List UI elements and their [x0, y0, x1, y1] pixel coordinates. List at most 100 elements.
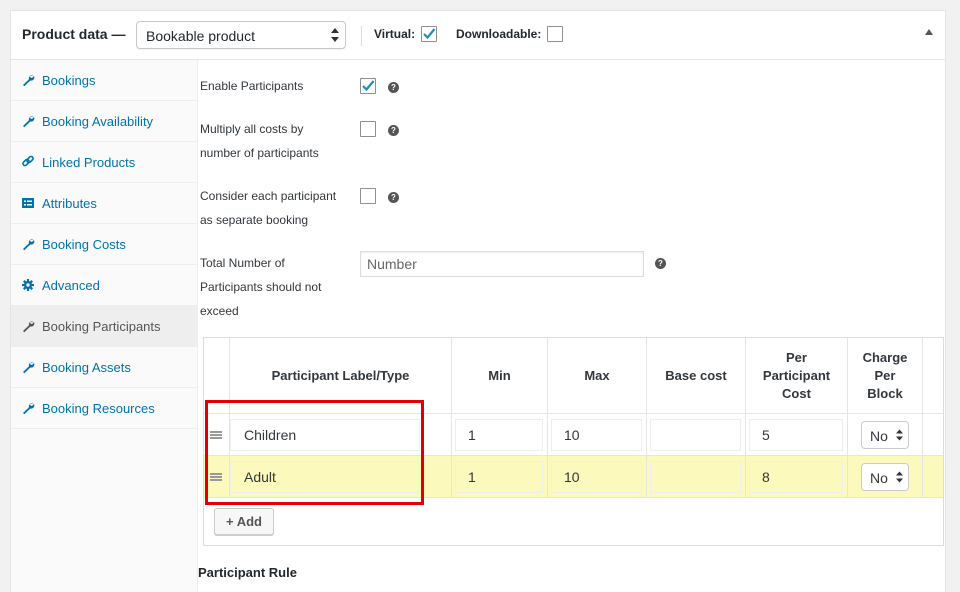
header-text: Participant [762, 367, 831, 383]
max-input[interactable] [551, 461, 642, 493]
select-arrows-icon [331, 28, 339, 42]
participants-table: Participant Label/Type Min Max Base cost… [203, 337, 944, 546]
select-arrows-icon [896, 429, 903, 441]
multiply-costs-label-line2: number of participants [200, 146, 319, 160]
multiply-costs-checkbox[interactable] [360, 121, 376, 137]
min-input[interactable] [455, 419, 543, 451]
header-text: Per [786, 349, 807, 365]
wrench-icon [23, 239, 35, 251]
base-cost-cell [647, 414, 746, 456]
per-participant-cost-field[interactable] [750, 420, 842, 450]
tab-booking-costs[interactable]: Booking Costs [11, 224, 198, 265]
drag-handle-icon[interactable] [210, 473, 222, 481]
table-row: No [204, 413, 943, 456]
base-cost-input[interactable] [650, 419, 741, 451]
charge-per-block-select[interactable]: No [861, 421, 909, 449]
col-header-charge-per-block: Charge Per Block [848, 338, 923, 413]
col-header-max: Max [548, 338, 647, 413]
product-type-value: Bookable product [146, 28, 255, 44]
max-field[interactable] [552, 420, 641, 450]
collapse-toggle-icon[interactable] [925, 29, 933, 35]
header-text: Max [584, 367, 610, 383]
participant-label-field[interactable] [231, 462, 419, 492]
per-participant-cost-input[interactable] [749, 461, 843, 493]
tab-label: Booking Availability [42, 114, 154, 129]
drag-handle-cell[interactable] [204, 456, 230, 498]
header-text: Block [867, 385, 903, 401]
total-participants-field[interactable] [361, 252, 643, 276]
tab-linked-products[interactable]: Linked Products [11, 142, 198, 183]
max-input[interactable] [551, 419, 642, 451]
separate-booking-label-line2: as separate booking [200, 213, 309, 227]
col-header-per-participant-cost: Per Participant Cost [746, 338, 848, 413]
tab-booking-participants[interactable]: Booking Participants [11, 306, 198, 347]
participant-label-input[interactable] [230, 419, 420, 451]
participant-rule-heading: Participant Rule [198, 565, 297, 580]
base-cost-input[interactable] [650, 461, 741, 493]
min-cell [452, 456, 548, 498]
min-field[interactable] [456, 462, 542, 492]
tab-attributes[interactable]: Attributes [11, 183, 198, 224]
table-row: No [204, 455, 943, 498]
tab-label: Booking Participants [42, 319, 161, 334]
participant-label-field[interactable] [231, 420, 419, 450]
max-field[interactable] [552, 462, 641, 492]
tab-label: Booking Resources [42, 401, 155, 416]
downloadable-checkbox[interactable] [547, 26, 563, 42]
charge-per-block-cell: No [848, 456, 923, 498]
checkmark-icon [423, 28, 436, 40]
participant-label-input[interactable] [230, 461, 420, 493]
enable-participants-checkbox[interactable] [360, 78, 376, 94]
min-input[interactable] [455, 461, 543, 493]
tab-label: Advanced [42, 278, 100, 293]
separate-booking-label-line1: Consider each participant [200, 189, 337, 203]
header-text: Participant Label/Type [271, 367, 410, 383]
table-footer-divider [204, 497, 943, 498]
product-type-select[interactable]: Bookable product [136, 21, 346, 49]
virtual-label: Virtual: [374, 27, 416, 41]
help-icon[interactable]: ? [388, 125, 399, 136]
virtual-checkbox[interactable] [421, 26, 437, 42]
min-cell [452, 414, 548, 456]
header-text: Base cost [665, 367, 727, 383]
add-participant-button[interactable]: + Add [214, 508, 274, 535]
tab-bookings[interactable]: Bookings [11, 60, 198, 101]
tab-label: Booking Assets [42, 360, 131, 375]
total-number-label-line3: exceed [200, 304, 239, 318]
col-header-label-type: Participant Label/Type [230, 338, 452, 413]
tab-booking-availability[interactable]: Booking Availability [11, 101, 198, 142]
tab-label: Bookings [42, 73, 96, 88]
tab-booking-assets[interactable]: Booking Assets [11, 347, 198, 388]
tab-label: Attributes [42, 196, 97, 211]
help-icon[interactable]: ? [388, 192, 399, 203]
charge-per-block-cell: No [848, 414, 923, 456]
total-number-label-line2: Participants should not [200, 280, 322, 294]
header-text: Per [874, 367, 896, 383]
separate-booking-checkbox[interactable] [360, 188, 376, 204]
gear-icon [22, 279, 34, 291]
select-value: No [870, 470, 888, 486]
per-participant-cost-input[interactable] [749, 419, 843, 451]
checkmark-icon [362, 80, 375, 92]
product-data-tabs: Bookings Booking Availability Linked Pro… [11, 60, 198, 592]
drag-handle-cell[interactable] [204, 414, 230, 456]
tab-booking-resources[interactable]: Booking Resources [11, 388, 198, 429]
base-cost-field[interactable] [651, 462, 740, 492]
tab-advanced[interactable]: Advanced [11, 265, 198, 306]
min-field[interactable] [456, 420, 542, 450]
drag-handle-icon[interactable] [210, 431, 222, 439]
help-icon[interactable]: ? [655, 258, 666, 269]
wrench-icon [23, 75, 35, 87]
charge-per-block-select[interactable]: No [861, 463, 909, 491]
per-participant-cost-cell [746, 414, 848, 456]
per-participant-cost-field[interactable] [750, 462, 842, 492]
total-number-label-line1: Total Number of [200, 256, 285, 270]
max-cell [548, 456, 647, 498]
help-icon[interactable]: ? [388, 82, 399, 93]
list-icon [22, 198, 34, 208]
tab-label: Booking Costs [42, 237, 126, 252]
link-icon [22, 155, 34, 167]
wrench-icon [23, 362, 35, 374]
total-participants-input[interactable] [360, 251, 644, 277]
base-cost-field[interactable] [651, 420, 740, 450]
